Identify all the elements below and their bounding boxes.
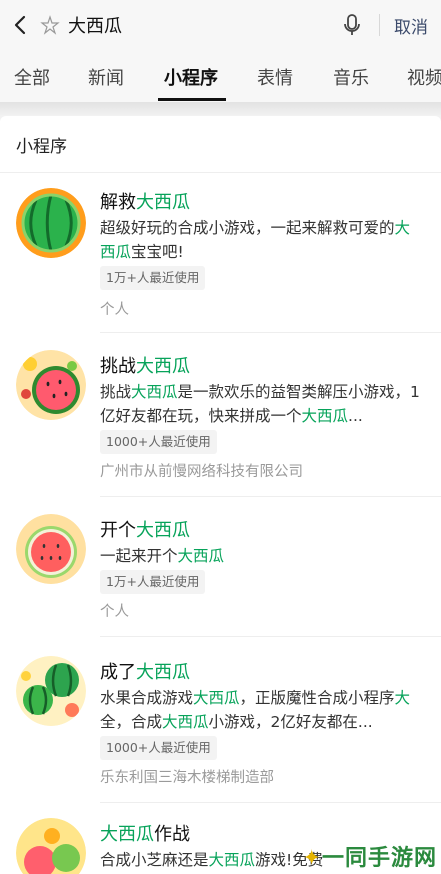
active-tab-indicator xyxy=(158,98,226,101)
item-title: 开个大西瓜 xyxy=(100,520,190,541)
divider xyxy=(100,636,441,637)
section-title: 小程序 xyxy=(16,137,67,157)
usage-badge: 1000+人最近使用 xyxy=(100,736,217,760)
divider xyxy=(0,172,441,173)
cancel-button[interactable]: 取消 xyxy=(394,13,428,38)
category-tabs: 全部 新闻 小程序 表情 音乐 视频 xyxy=(0,50,441,102)
developer-name: 个人 xyxy=(100,604,129,620)
tab-stickers[interactable]: 表情 xyxy=(257,64,293,90)
tabs-shadow xyxy=(0,102,441,116)
app-logo xyxy=(16,656,86,726)
item-title: 解救大西瓜 xyxy=(100,192,190,213)
tab-video[interactable]: 视频 xyxy=(407,64,441,90)
item-title: 大西瓜作战 xyxy=(100,824,190,845)
usage-badge: 1万+人最近使用 xyxy=(100,266,206,290)
divider xyxy=(100,496,441,497)
microphone-icon[interactable] xyxy=(340,10,364,40)
search-bar: 大西瓜 取消 xyxy=(0,0,441,50)
tab-all[interactable]: 全部 xyxy=(14,64,50,90)
item-title: 成了大西瓜 xyxy=(100,662,190,683)
developer-name: 乐东利国三海木楼梯制造部 xyxy=(100,770,274,786)
item-description: 水果合成游戏大西瓜，正版魔性合成小程序大全，合成大西瓜小游戏，2亿好友都在... xyxy=(100,689,411,731)
developer-name: 广州市从前慢网络科技有限公司 xyxy=(100,464,303,480)
results-card: 小程序 解救大西瓜 超级好玩的合成小游戏，一起来解救可爱的大西瓜宝宝吧! 1万+… xyxy=(0,116,441,874)
usage-badge: 1万+人最近使用 xyxy=(100,570,206,594)
list-item[interactable]: 成了大西瓜 水果合成游戏大西瓜，正版魔性合成小程序大全，合成大西瓜小游戏，2亿好… xyxy=(0,654,441,804)
app-logo xyxy=(16,350,86,420)
item-description: 一起来开个大西瓜 xyxy=(100,547,225,565)
tab-music[interactable]: 音乐 xyxy=(333,64,369,90)
watermark: ✦一同手游网 xyxy=(302,846,437,871)
item-description: 超级好玩的合成小游戏，一起来解救可爱的大西瓜宝宝吧! xyxy=(100,219,411,261)
list-item[interactable]: 开个大西瓜 一起来开个大西瓜 1万+人最近使用 个人 xyxy=(0,512,441,642)
app-logo xyxy=(16,514,86,584)
star-icon[interactable] xyxy=(38,10,62,40)
item-title: 挑战大西瓜 xyxy=(100,356,190,377)
list-item[interactable]: 解救大西瓜 超级好玩的合成小游戏，一起来解救可爱的大西瓜宝宝吧! 1万+人最近使… xyxy=(0,182,441,333)
list-item[interactable]: 挑战大西瓜 挑战大西瓜是一款欢乐的益智类解压小游戏，1亿好友都在玩，快来拼成一个… xyxy=(0,348,441,498)
divider xyxy=(100,332,441,333)
tab-news[interactable]: 新闻 xyxy=(88,64,124,90)
tab-mini-programs[interactable]: 小程序 xyxy=(164,64,218,90)
usage-badge: 1000+人最近使用 xyxy=(100,430,217,454)
app-logo xyxy=(16,818,86,874)
app-logo xyxy=(16,188,86,258)
search-input[interactable]: 大西瓜 xyxy=(68,12,122,38)
divider xyxy=(100,802,441,803)
developer-name: 个人 xyxy=(100,302,129,318)
divider xyxy=(379,14,380,36)
item-description: 挑战大西瓜是一款欢乐的益智类解压小游戏，1亿好友都在玩，快来拼成一个大西瓜... xyxy=(100,383,420,425)
back-arrow-icon[interactable] xyxy=(8,10,34,40)
